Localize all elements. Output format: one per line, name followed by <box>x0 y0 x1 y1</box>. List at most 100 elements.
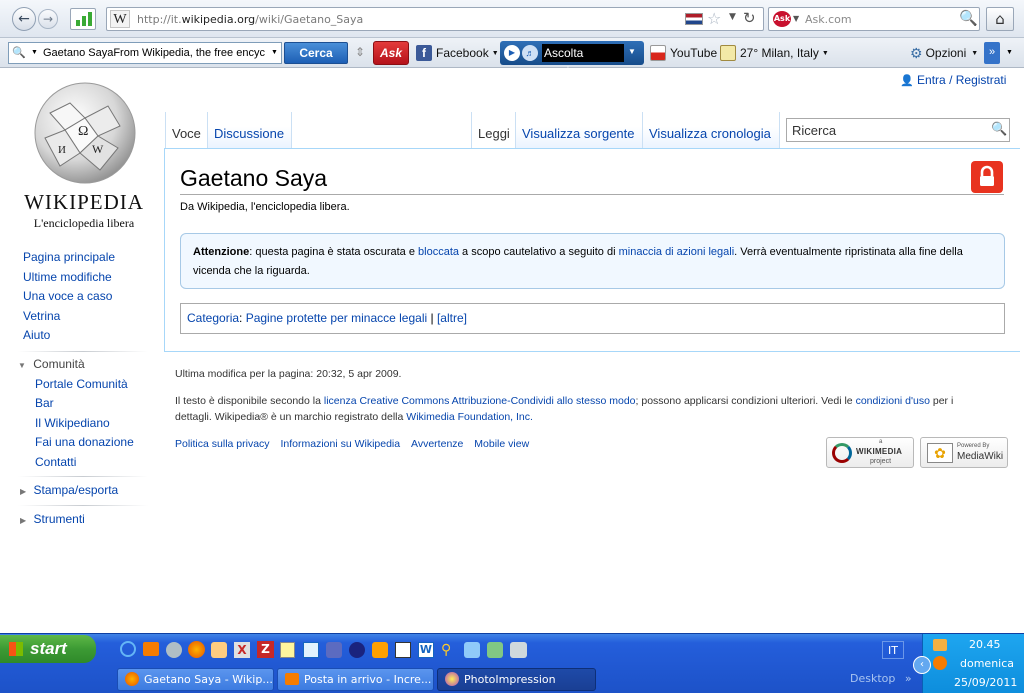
tray-app-icon[interactable] <box>933 656 947 670</box>
notes-icon[interactable] <box>280 642 295 658</box>
footer-wmf-link[interactable]: Wikimedia Foundation, Inc. <box>406 411 533 423</box>
windows-flag-icon <box>9 642 23 656</box>
protection-lock-icon <box>971 161 1003 193</box>
tools-heading[interactable]: ▶ Strumenti <box>20 512 85 526</box>
firefox-icon[interactable] <box>188 641 205 658</box>
footer-disclaimer-link[interactable]: Avvertenze <box>411 438 463 450</box>
music-dropdown-icon[interactable]: ▼ <box>628 47 636 56</box>
tab-voce[interactable]: Voce <box>165 112 207 149</box>
login-link[interactable]: 👤 Entra / Registrati <box>900 73 1006 87</box>
tool-icon[interactable] <box>211 642 227 658</box>
wikipedia-logo[interactable]: Ω W И WIKIPEDIA L'enciclopedia libera <box>14 78 150 230</box>
volume-icon[interactable]: ♬ <box>522 45 538 61</box>
category-label-link[interactable]: Categoria <box>187 311 239 325</box>
reload-icon[interactable]: ↻ <box>743 9 756 27</box>
collapsed-triangle-icon: ▶ <box>20 487 27 496</box>
notice-link-bloccata[interactable]: bloccata <box>418 246 459 258</box>
play-icon[interactable]: ▶ <box>504 45 520 61</box>
filezilla-icon[interactable]: Z <box>257 641 274 658</box>
facebook-button[interactable]: f Facebook ▼ <box>416 41 499 65</box>
key-app-icon[interactable]: ⚲ <box>441 642 457 658</box>
category-other-link[interactable]: [altre] <box>437 311 467 325</box>
task-photoimpression[interactable]: PhotoImpression <box>437 668 596 691</box>
mail-icon[interactable] <box>143 642 159 656</box>
network-app-icon[interactable] <box>464 642 480 658</box>
toolbar-search-arrow-icon[interactable]: ▼ <box>271 49 278 56</box>
community-portale[interactable]: Portale Comunità <box>35 377 128 391</box>
toolbar-overflow-dropdown-icon[interactable]: ▼ <box>1006 49 1013 56</box>
wiki-search-input[interactable]: Ricerca 🔍 <box>786 118 1010 142</box>
sun-app-icon[interactable] <box>372 642 388 658</box>
weather-dropdown-icon: ▼ <box>821 49 829 57</box>
nav-voce-a-caso[interactable]: Una voce a caso <box>23 289 112 303</box>
task-firefox[interactable]: Gaetano Saya - Wikip... <box>117 668 274 691</box>
signal-bars-icon[interactable] <box>70 8 96 30</box>
people-app-icon[interactable] <box>487 642 503 658</box>
category-link[interactable]: Pagine protette per minacce legali <box>246 311 427 325</box>
community-donazione[interactable]: Fai una donazione <box>35 435 134 449</box>
footer-privacy-link[interactable]: Politica sulla privacy <box>175 438 270 450</box>
tab-visualizza-sorgente[interactable]: Visualizza sorgente <box>515 112 642 149</box>
printer-app-icon[interactable] <box>510 642 527 658</box>
tray-mail-icon[interactable] <box>933 639 947 651</box>
community-wikipediano[interactable]: Il Wikipediano <box>35 416 110 430</box>
search-engine-dropdown-icon[interactable]: ▼ <box>793 14 799 23</box>
footer-mobile-link[interactable]: Mobile view <box>474 438 529 450</box>
back-button[interactable]: ← <box>12 7 36 31</box>
dropdown-arrow-icon[interactable]: ▼ <box>729 12 736 22</box>
nav-pagina-principale[interactable]: Pagina principale <box>23 250 115 264</box>
x-app-icon[interactable]: X <box>234 642 250 658</box>
home-button[interactable]: ⌂ <box>986 7 1014 31</box>
youtube-button[interactable]: YouTube <box>650 41 717 65</box>
footer-terms-link[interactable]: condizioni d'uso <box>856 395 930 407</box>
toolbar-overflow-button[interactable]: » <box>984 42 1000 64</box>
language-indicator[interactable]: IT <box>882 641 904 659</box>
community-divider <box>18 351 148 352</box>
wikimedia-project-badge[interactable]: a WIKIMEDIA project <box>826 437 914 468</box>
footer-license-link[interactable]: licenza Creative Commons Attribuzione-Co… <box>324 395 636 407</box>
print-export-heading[interactable]: ▶ Stampa/esporta <box>20 483 118 497</box>
flag-icon <box>685 13 703 25</box>
toolbar-search-value[interactable]: Gaetano SayaFrom Wikipedia, the free enc… <box>43 47 265 59</box>
forward-button[interactable]: → <box>38 9 58 29</box>
q-app-icon[interactable] <box>326 642 342 658</box>
gear-app-icon[interactable] <box>166 642 182 658</box>
desktop-toolbar[interactable]: Desktop » <box>850 672 912 685</box>
tab-leggi[interactable]: Leggi <box>471 112 515 149</box>
text-app-icon[interactable] <box>395 642 411 658</box>
word-app-icon[interactable]: W <box>418 642 434 658</box>
nav-aiuto[interactable]: Aiuto <box>23 328 50 342</box>
bookmark-star-icon[interactable]: ☆ <box>707 9 721 28</box>
search-input[interactable]: Ask.com <box>805 13 852 26</box>
tray-expand-icon[interactable]: ‹ <box>913 656 931 674</box>
community-bar[interactable]: Bar <box>35 396 54 410</box>
task-mail[interactable]: Posta in arrivo - Incre... <box>277 668 434 691</box>
window-app-icon[interactable] <box>303 642 319 658</box>
community-heading[interactable]: ▼ Comunità <box>18 357 85 371</box>
ie-icon[interactable] <box>120 641 136 657</box>
footer-about-link[interactable]: Informazioni su Wikipedia <box>280 438 400 450</box>
music-player[interactable]: ▶ ♬ Ascolta musica ▼ <box>500 41 644 78</box>
nav-ultime-modifiche[interactable]: Ultime modifiche <box>23 270 112 284</box>
start-button[interactable]: start <box>0 635 96 663</box>
community-contatti[interactable]: Contatti <box>35 455 76 469</box>
ask-button[interactable]: Ask <box>373 41 409 65</box>
notice-link-minaccia[interactable]: minaccia di azioni legali <box>619 246 735 258</box>
search-dropdown-icon[interactable]: ▼ <box>31 49 38 56</box>
tools-divider <box>18 505 148 506</box>
options-button[interactable]: ⚙ Opzioni ▼ <box>910 41 978 65</box>
url-bar[interactable]: W http://it.wikipedia.org/wiki/Gaetano_S… <box>106 7 764 31</box>
search-bar[interactable]: Ask ▼ Ask.com 🔍 <box>768 7 980 31</box>
search-icon[interactable]: 🔍 <box>959 9 978 27</box>
z-app-icon[interactable] <box>349 642 365 658</box>
clock-time[interactable]: 20.45 <box>969 638 1001 651</box>
tab-visualizza-cronologia[interactable]: Visualizza cronologia <box>642 112 780 149</box>
wiki-search-icon[interactable]: 🔍 <box>991 121 1007 137</box>
tab-discussione[interactable]: Discussione <box>207 112 292 149</box>
cerca-button[interactable]: Cerca <box>284 42 348 64</box>
toolbar-search-field[interactable]: 🔍 ▼ Gaetano SayaFrom Wikipedia, the free… <box>8 42 282 64</box>
url-text[interactable]: http://it.wikipedia.org/wiki/Gaetano_Say… <box>137 13 363 26</box>
mediawiki-badge[interactable]: ✿ Powered By MediaWiki <box>920 437 1008 468</box>
weather-button[interactable]: 27° Milan, Italy ▼ <box>720 41 829 65</box>
nav-vetrina[interactable]: Vetrina <box>23 309 60 323</box>
